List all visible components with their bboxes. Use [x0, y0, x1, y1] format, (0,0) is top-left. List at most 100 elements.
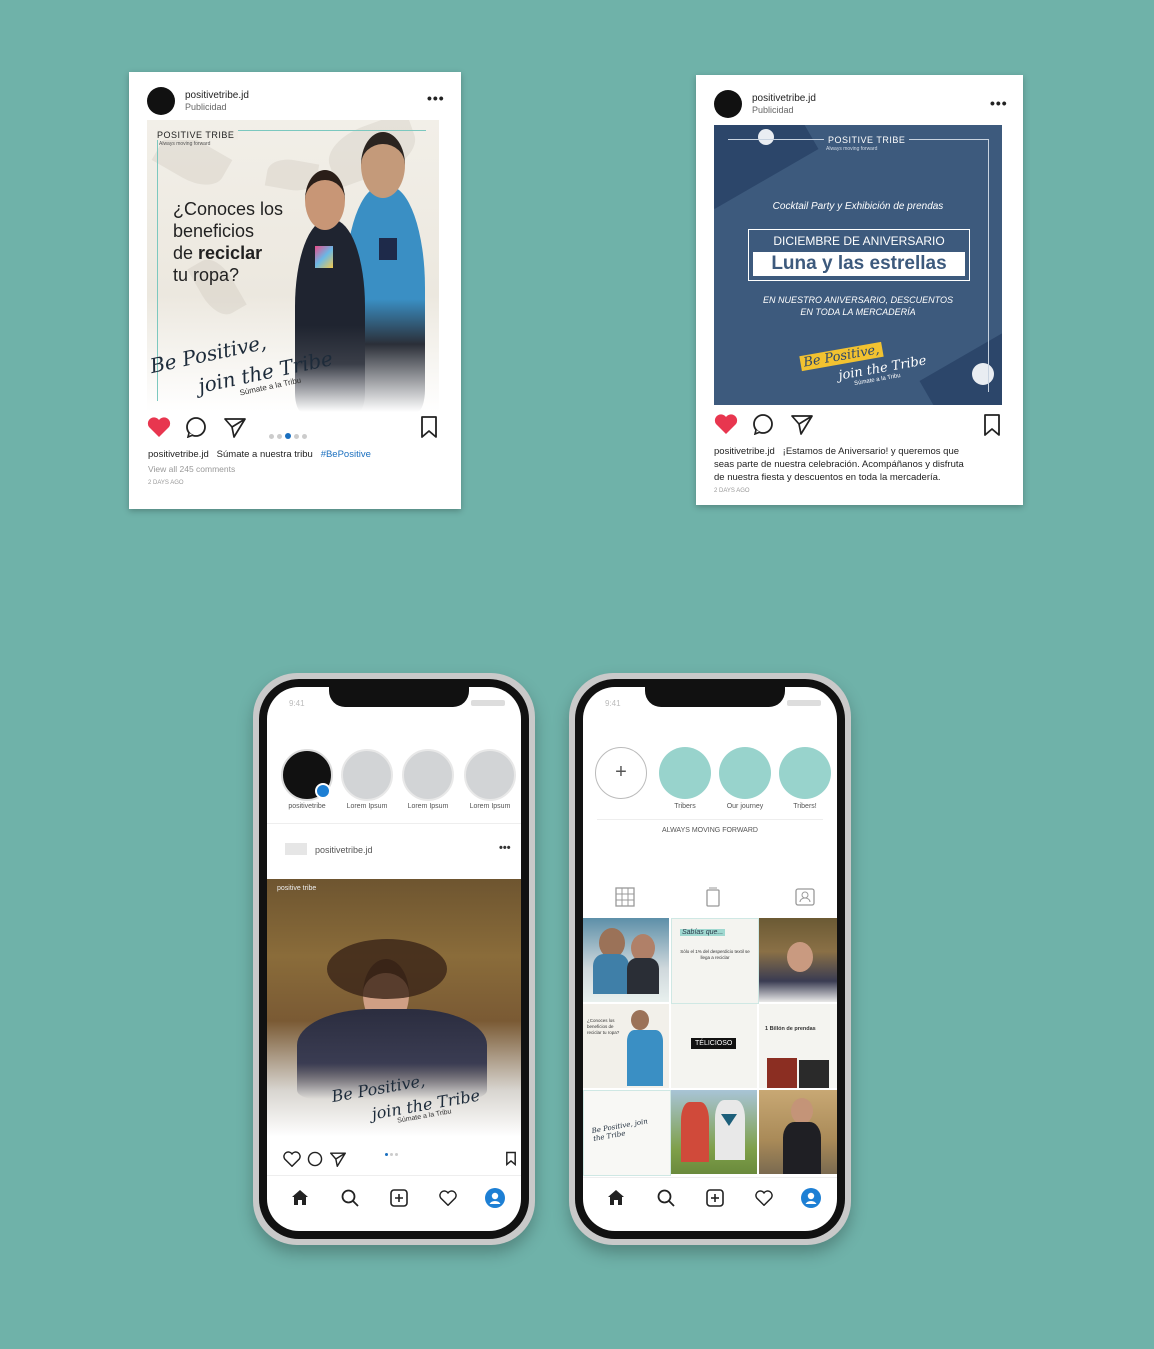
- view-comments-link[interactable]: View all 245 comments: [148, 464, 235, 474]
- grid-post[interactable]: [671, 1090, 757, 1174]
- story-avatar[interactable]: [341, 749, 393, 801]
- send-icon[interactable]: [790, 413, 814, 435]
- bookmark-icon[interactable]: [419, 415, 439, 439]
- phone-mockup-feed: 9:41 positivetribe Lorem Ipsum Lorem Ips…: [253, 673, 535, 1245]
- mockup-canvas: { "colors":{"background":"#6fb2a9","hear…: [0, 0, 1154, 1349]
- new-post-icon[interactable]: [706, 1189, 724, 1207]
- highlight-label: Tribers!: [793, 803, 817, 810]
- bottom-nav: [583, 1177, 837, 1178]
- phone-screen: 9:41 + Tribers Our journey Tribers! ALWA…: [583, 687, 837, 1231]
- brand-logo: positive tribe: [277, 885, 317, 892]
- grid-post-text: 1 Billón de prendas: [765, 1026, 816, 1032]
- brand-tagline: Always moving forward: [826, 146, 878, 152]
- caption-username[interactable]: positivetribe.jd: [148, 449, 209, 460]
- phone-screen: 9:41 positivetribe Lorem Ipsum Lorem Ips…: [267, 687, 521, 1231]
- profile-bio: ALWAYS MOVING FORWARD: [662, 827, 758, 834]
- post-image: POSITIVE TRIBE Always moving forward ¿Co…: [147, 120, 439, 412]
- carousel-dots: [269, 426, 307, 444]
- search-icon[interactable]: [657, 1189, 675, 1207]
- post-caption: positivetribe.jd Súmate a nuestra tribu …: [148, 448, 371, 461]
- grid-post[interactable]: TÉLICIOSO: [671, 1004, 757, 1088]
- heart-icon[interactable]: [714, 413, 738, 435]
- grid-post-text: ¿Conoces los beneficios de reciclar tu r…: [587, 1018, 620, 1035]
- home-icon[interactable]: [607, 1189, 625, 1206]
- heart-icon[interactable]: [147, 416, 171, 438]
- more-options-icon[interactable]: •••: [499, 842, 511, 854]
- tagged-tab-icon[interactable]: [795, 887, 815, 907]
- grid-post[interactable]: Be Positive, join the Tribe: [583, 1090, 671, 1176]
- post-username[interactable]: positivetribe.jd: [315, 845, 373, 855]
- story-label: Lorem Ipsum: [469, 803, 511, 810]
- grid-post-text: Be Positive, join the Tribe: [591, 1117, 649, 1143]
- comment-icon[interactable]: [185, 416, 207, 438]
- caption-text: de nuestra fiesta y descuentos en toda l…: [714, 472, 941, 483]
- bookmark-icon[interactable]: [982, 413, 1002, 437]
- send-icon[interactable]: [329, 1151, 347, 1167]
- grid-post[interactable]: [759, 918, 837, 1002]
- highlight-label: Our journey: [726, 803, 764, 810]
- caption-username[interactable]: positivetribe.jd: [714, 446, 775, 457]
- status-icons: [471, 700, 505, 706]
- brand-logo: POSITIVE TRIBE: [824, 135, 910, 145]
- caption-text: seas parte de nuestra celebración. Acomp…: [714, 459, 964, 470]
- grid-post[interactable]: [583, 918, 669, 1002]
- highlight-label: Tribers: [674, 803, 696, 810]
- profile-icon[interactable]: [801, 1188, 821, 1208]
- home-icon[interactable]: [291, 1189, 309, 1206]
- bottom-nav: [267, 1175, 521, 1176]
- person-man-head: [361, 132, 405, 198]
- story-label: Lorem Ipsum: [407, 803, 449, 810]
- brand-tagline: Always moving forward: [159, 141, 211, 147]
- comment-icon[interactable]: [752, 413, 774, 435]
- post-subtitle: Publicidad: [185, 102, 227, 112]
- headline-line: DICIEMBRE DE ANIVERSARIO: [773, 234, 945, 248]
- avatar[interactable]: [714, 90, 742, 118]
- bookmark-icon[interactable]: [505, 1151, 517, 1166]
- headline-line: tu ropa?: [173, 265, 240, 285]
- status-icons: [787, 700, 821, 706]
- phone-mockup-profile: 9:41 + Tribers Our journey Tribers! ALWA…: [569, 673, 851, 1245]
- grid-post[interactable]: 1 Billón de prendas: [759, 1004, 837, 1088]
- activity-heart-icon[interactable]: [755, 1190, 773, 1206]
- more-options-icon[interactable]: •••: [990, 95, 1008, 111]
- grid-post[interactable]: ¿Conoces los beneficios de reciclar tu r…: [583, 1004, 669, 1088]
- promo-text: EN NUESTRO ANIVERSARIO, DESCUENTOS: [762, 295, 954, 305]
- post-username[interactable]: positivetribe.jd: [185, 90, 249, 101]
- headline-line: beneficios: [173, 221, 255, 241]
- more-options-icon[interactable]: •••: [427, 90, 445, 106]
- comment-icon[interactable]: [307, 1151, 323, 1167]
- activity-heart-icon[interactable]: [439, 1190, 457, 1206]
- highlight-avatar[interactable]: [659, 747, 711, 799]
- carousel-dots: [385, 1143, 398, 1161]
- shirt-pocket: [315, 246, 333, 268]
- grid-post[interactable]: [759, 1090, 837, 1174]
- new-highlight-button[interactable]: +: [595, 747, 647, 799]
- grid-post-text: TÉLICIOSO: [691, 1038, 737, 1049]
- grid-post-text: Sabías que...: [680, 929, 726, 936]
- story-avatar[interactable]: [464, 749, 516, 801]
- avatar[interactable]: [147, 87, 175, 115]
- event-title: Cocktail Party y Exhibición de prendas: [772, 201, 944, 212]
- woman-hair: [327, 939, 447, 999]
- highlight-avatar[interactable]: [719, 747, 771, 799]
- post-card-2: positivetribe.jd Publicidad ••• POSITIVE…: [696, 75, 1023, 505]
- send-icon[interactable]: [223, 416, 247, 438]
- post-caption: positivetribe.jd ¡Estamos de Aniversario…: [714, 445, 1014, 484]
- hashtag-link[interactable]: #BePositive: [321, 449, 371, 460]
- post-username[interactable]: positivetribe.jd: [752, 93, 816, 104]
- grid-tab-icon[interactable]: [615, 887, 635, 907]
- story-avatar[interactable]: [402, 749, 454, 801]
- highlight-avatar[interactable]: [779, 747, 831, 799]
- igtv-tab-icon[interactable]: [706, 887, 720, 907]
- brand-logo: POSITIVE TRIBE: [157, 130, 239, 140]
- post-avatar[interactable]: [285, 843, 307, 855]
- add-story-badge[interactable]: [315, 783, 331, 799]
- post-image: POSITIVE TRIBE Always moving forward Coc…: [714, 125, 1002, 405]
- grid-post[interactable]: Sabías que... Sólo el 1% del desperdicio…: [671, 918, 759, 1004]
- shirt-pocket: [379, 238, 397, 260]
- profile-icon[interactable]: [485, 1188, 505, 1208]
- story-label: Lorem Ipsum: [346, 803, 388, 810]
- search-icon[interactable]: [341, 1189, 359, 1207]
- heart-icon[interactable]: [283, 1151, 301, 1167]
- new-post-icon[interactable]: [390, 1189, 408, 1207]
